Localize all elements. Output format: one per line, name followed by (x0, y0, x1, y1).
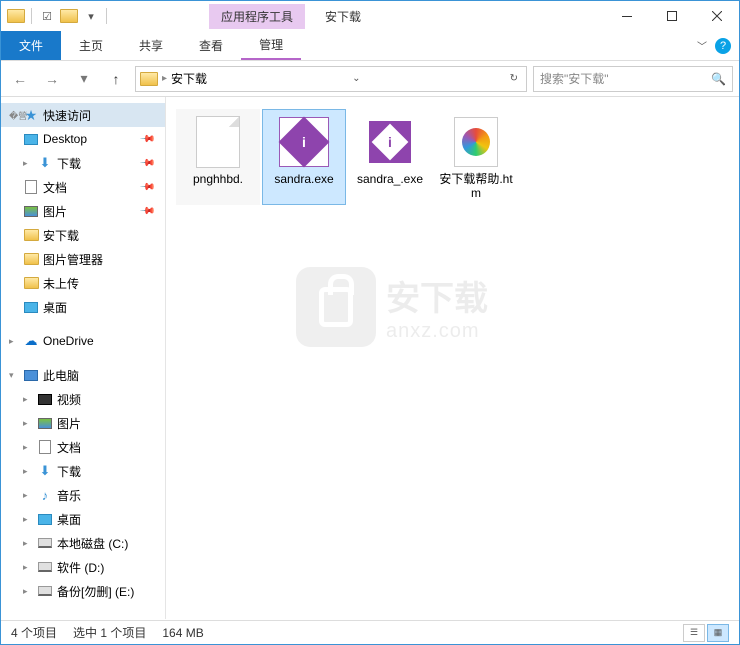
tree-desktop2[interactable]: 桌面 (1, 295, 165, 319)
home-tab[interactable]: 主页 (61, 31, 121, 60)
titlebar: ☑ ▾ 应用程序工具 安下载 (1, 1, 739, 31)
tree-desktop3[interactable]: ▸桌面 (1, 507, 165, 531)
refresh-icon[interactable]: ↻ (506, 73, 522, 84)
tree-this-pc[interactable]: ▾此电脑 (1, 363, 165, 387)
file-label: 安下载帮助.htm (439, 172, 513, 200)
pin-icon: 📌 (138, 155, 155, 172)
help-icon[interactable]: ? (715, 38, 731, 54)
status-item-count: 4 个项目 (11, 624, 57, 641)
watermark: 安下载 anxz.com (296, 267, 488, 347)
up-button[interactable]: ↑ (103, 66, 129, 92)
tree-pictures[interactable]: 图片📌 (1, 199, 165, 223)
tree-anxz[interactable]: 安下载 (1, 223, 165, 247)
quick-access-toolbar: ☑ ▾ (1, 7, 109, 25)
share-tab[interactable]: 共享 (121, 31, 181, 60)
file-item-help-htm[interactable]: 安下载帮助.htm (434, 109, 518, 205)
htm-file-icon (454, 117, 498, 167)
chevron-right-icon[interactable]: ▸ (162, 73, 167, 84)
collapse-ribbon-icon[interactable]: ﹀ (697, 38, 707, 53)
tree-videos[interactable]: ▸视频 (1, 387, 165, 411)
maximize-button[interactable] (649, 1, 694, 31)
pin-icon: 📌 (138, 131, 155, 148)
tree-downloads2[interactable]: ▸⬇下载 (1, 459, 165, 483)
contextual-tab-header: 应用程序工具 (209, 4, 305, 29)
view-tab[interactable]: 查看 (181, 31, 241, 60)
file-tab[interactable]: 文件 (1, 31, 61, 60)
status-bar: 4 个项目 选中 1 个项目 164 MB ☰ ▦ (1, 620, 739, 644)
tree-drive-e[interactable]: ▸备份[勿删] (E:) (1, 579, 165, 603)
ribbon-tabs: 文件 主页 共享 查看 管理 ﹀ ? (1, 31, 739, 61)
blank-file-icon (196, 116, 240, 168)
window-title: 安下载 (325, 8, 361, 25)
icons-view-button[interactable]: ▦ (707, 624, 729, 642)
search-placeholder: 搜索"安下载" (540, 70, 609, 87)
tree-network[interactable]: ▸网络 (1, 613, 165, 619)
recent-locations-button[interactable]: ▾ (71, 66, 97, 92)
search-icon[interactable]: 🔍 (711, 72, 726, 86)
breadcrumb-item[interactable]: 安下载 (171, 70, 207, 87)
nav-toolbar: ← → ▾ ↑ ▸ 安下载 ⌄ ↻ 搜索"安下载" 🔍 (1, 61, 739, 97)
tree-documents2[interactable]: ▸文档 (1, 435, 165, 459)
back-button[interactable]: ← (7, 66, 33, 92)
address-bar[interactable]: ▸ 安下载 ⌄ ↻ (135, 66, 527, 92)
forward-button[interactable]: → (39, 66, 65, 92)
details-view-button[interactable]: ☰ (683, 624, 705, 642)
tree-quick-access[interactable]: �營★快速访问 (1, 103, 165, 127)
manage-tab[interactable]: 管理 (241, 31, 301, 60)
qat-open-icon[interactable] (60, 9, 78, 23)
tree-documents[interactable]: 文档📌 (1, 175, 165, 199)
sandra-icon: i (369, 121, 411, 163)
tree-drive-c[interactable]: ▸本地磁盘 (C:) (1, 531, 165, 555)
address-folder-icon (140, 72, 158, 86)
tree-drive-d[interactable]: ▸软件 (D:) (1, 555, 165, 579)
tree-music[interactable]: ▸♪音乐 (1, 483, 165, 507)
file-item-sandra-underscore-exe[interactable]: i sandra_.exe (348, 109, 432, 205)
pin-icon: 📌 (138, 203, 155, 220)
tree-downloads[interactable]: ▸⬇下载📌 (1, 151, 165, 175)
status-size: 164 MB (162, 626, 203, 640)
file-label: sandra.exe (274, 172, 333, 186)
file-list[interactable]: pnghhbd. i sandra.exe i sandra_.exe 安下载帮… (166, 97, 739, 619)
pin-icon: 📌 (138, 179, 155, 196)
file-label: sandra_.exe (357, 172, 423, 186)
file-item-pnghhbd[interactable]: pnghhbd. (176, 109, 260, 205)
status-selection: 选中 1 个项目 (73, 624, 146, 641)
tree-pictures2[interactable]: ▸图片 (1, 411, 165, 435)
address-dropdown-icon[interactable]: ⌄ (348, 73, 364, 84)
search-input[interactable]: 搜索"安下载" 🔍 (533, 66, 733, 92)
qat-customize-icon[interactable]: ▾ (82, 7, 100, 25)
file-label: pnghhbd. (193, 172, 243, 186)
minimize-button[interactable] (604, 1, 649, 31)
sandra-icon: i (279, 117, 329, 167)
window-controls (604, 1, 739, 31)
qat-properties-icon[interactable]: ☑ (38, 7, 56, 25)
tree-not-uploaded[interactable]: 未上传 (1, 271, 165, 295)
navigation-pane[interactable]: �營★快速访问 Desktop📌 ▸⬇下载📌 文档📌 图片📌 安下载 图片管理器… (1, 97, 166, 619)
file-item-sandra-exe[interactable]: i sandra.exe (262, 109, 346, 205)
close-button[interactable] (694, 1, 739, 31)
tree-desktop[interactable]: Desktop📌 (1, 127, 165, 151)
tree-pic-mgr[interactable]: 图片管理器 (1, 247, 165, 271)
app-icon[interactable] (7, 9, 25, 23)
tree-onedrive[interactable]: ▸☁OneDrive (1, 329, 165, 353)
